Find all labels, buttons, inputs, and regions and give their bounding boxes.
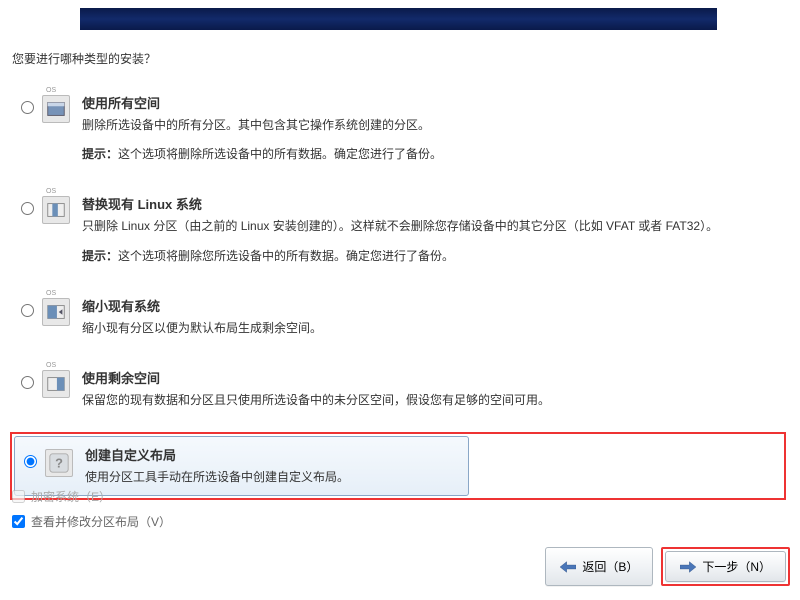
radio-use-all-space[interactable]: [21, 101, 34, 114]
back-button[interactable]: 返回（B）: [545, 547, 653, 586]
install-type-question: 您要进行哪种类型的安装？: [12, 50, 788, 67]
opt-desc: 使用分区工具手动在所选设备中创建自定义布局。: [85, 468, 464, 487]
option-replace-linux[interactable]: 替换现有 Linux 系统 只删除 Linux 分区（由之前的 Linux 安装…: [12, 186, 788, 269]
next-button-highlight: 下一步（N）: [661, 547, 790, 586]
next-label: 下一步（N）: [702, 558, 771, 575]
encrypt-label: 加密系统（E）: [31, 488, 111, 505]
disk-all-icon: [42, 95, 70, 123]
back-label: 返回（B）: [582, 558, 638, 575]
opt-desc: 只删除 Linux 分区（由之前的 Linux 安装创建的）。这样就不会删除您存…: [82, 217, 788, 236]
bottom-checkboxes: 加密系统（E） 查看并修改分区布局（V）: [12, 488, 171, 538]
opt-hint: 提示：这个选项将删除所选设备中的所有数据。确定您进行了备份。: [82, 145, 788, 164]
disk-replace-icon: [42, 196, 70, 224]
opt-desc: 缩小现有分区以便为默认布局生成剩余空间。: [82, 319, 788, 338]
next-button[interactable]: 下一步（N）: [665, 551, 786, 582]
arrow-left-icon: [560, 561, 576, 573]
opt-title: 使用所有空间: [82, 93, 788, 112]
opt-title: 创建自定义布局: [85, 445, 464, 464]
opt-title: 使用剩余空间: [82, 368, 788, 387]
radio-custom-layout[interactable]: [24, 455, 37, 468]
encrypt-checkbox: [12, 490, 25, 503]
review-row[interactable]: 查看并修改分区布局（V）: [12, 513, 171, 530]
review-label: 查看并修改分区布局（V）: [31, 513, 171, 530]
option-shrink[interactable]: 缩小现有系统 缩小现有分区以便为默认布局生成剩余空间。: [12, 288, 788, 342]
disk-shrink-icon: [42, 298, 70, 326]
opt-hint: 提示：这个选项将删除您所选设备中的所有数据。确定您进行了备份。: [82, 247, 788, 266]
disk-free-icon: [42, 370, 70, 398]
svg-text:?: ?: [55, 456, 63, 471]
encrypt-row[interactable]: 加密系统（E）: [12, 488, 171, 505]
radio-shrink[interactable]: [21, 304, 34, 317]
option-free-space[interactable]: 使用剩余空间 保留您的现有数据和分区且只使用所选设备中的未分区空间，假设您有足够…: [12, 360, 788, 414]
opt-desc: 删除所选设备中的所有分区。其中包含其它操作系统创建的分区。: [82, 116, 788, 135]
installer-container: 您要进行哪种类型的安装？ 使用所有空间 删除所选设备中的所有分区。其中包含其它操…: [0, 0, 800, 500]
opt-title: 缩小现有系统: [82, 296, 788, 315]
nav-buttons: 返回（B） 下一步（N）: [545, 547, 790, 586]
opt-title: 替换现有 Linux 系统: [82, 194, 788, 213]
radio-replace-linux[interactable]: [21, 202, 34, 215]
review-checkbox[interactable]: [12, 515, 25, 528]
option-use-all-space[interactable]: 使用所有空间 删除所选设备中的所有分区。其中包含其它操作系统创建的分区。 提示：…: [12, 85, 788, 168]
radio-free-space[interactable]: [21, 376, 34, 389]
header-band: [80, 8, 717, 30]
question-icon: ?: [45, 449, 73, 477]
arrow-right-icon: [680, 561, 696, 573]
opt-desc: 保留您的现有数据和分区且只使用所选设备中的未分区空间，假设您有足够的空间可用。: [82, 391, 788, 410]
